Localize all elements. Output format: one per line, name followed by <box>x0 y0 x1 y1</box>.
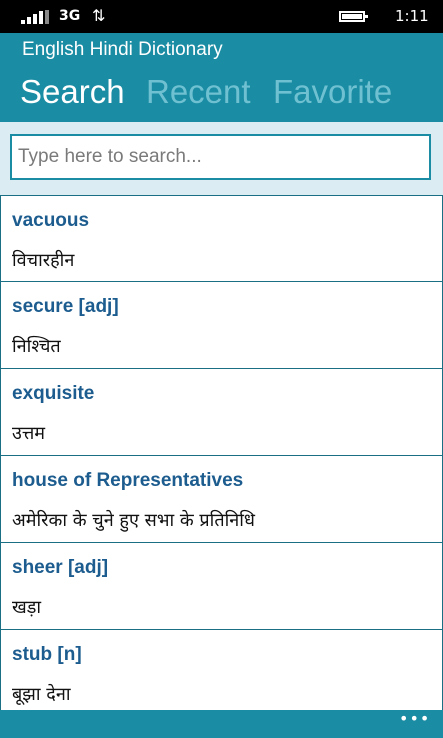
meaning: अमेरिका के चुने हुए सभा के प्रतिनिधि <box>12 510 255 531</box>
word: house of Representatives <box>12 470 244 491</box>
signal-strength-icon <box>21 10 49 24</box>
word: secure [adj] <box>12 296 119 317</box>
meaning: खड़ा <box>12 597 42 618</box>
meaning: उत्तम <box>12 423 46 444</box>
list-item[interactable]: house of Representatives अमेरिका के चुने… <box>0 456 443 543</box>
meaning: विचारहीन <box>12 250 75 271</box>
search-area <box>0 122 443 195</box>
list-item[interactable]: stub [n] बूझा देना <box>0 630 443 710</box>
word: sheer [adj] <box>12 557 109 578</box>
ellipsis-icon[interactable]: ••• <box>399 711 429 733</box>
clock: 1:11 <box>395 7 429 25</box>
list-item[interactable]: exquisite उत्तम <box>0 369 443 456</box>
word-list: vacuous विचारहीन secure [adj] निश्चित ex… <box>0 195 443 710</box>
tab-recent[interactable]: Recent <box>146 75 251 108</box>
list-item[interactable]: sheer [adj] खड़ा <box>0 543 443 630</box>
word: exquisite <box>12 383 95 404</box>
list-item[interactable]: secure [adj] निश्चित <box>0 282 443 369</box>
network-type: 3G <box>59 8 81 24</box>
app-bar: ••• <box>0 710 443 738</box>
battery-icon <box>339 11 368 22</box>
status-bar: 3G ⇅ 1:11 <box>0 0 443 33</box>
tab-favorite[interactable]: Favorite <box>273 75 392 108</box>
word: stub [n] <box>12 644 82 665</box>
search-input[interactable] <box>10 134 431 180</box>
list-item[interactable]: vacuous विचारहीन <box>0 195 443 282</box>
word: vacuous <box>12 210 90 231</box>
app-title: English Hindi Dictionary <box>22 39 223 60</box>
data-sync-icon: ⇅ <box>92 6 106 25</box>
meaning: निश्चित <box>12 336 61 357</box>
tab-search[interactable]: Search <box>20 75 125 108</box>
meaning: बूझा देना <box>12 684 71 705</box>
app-header: English Hindi Dictionary Search Recent F… <box>0 33 443 122</box>
